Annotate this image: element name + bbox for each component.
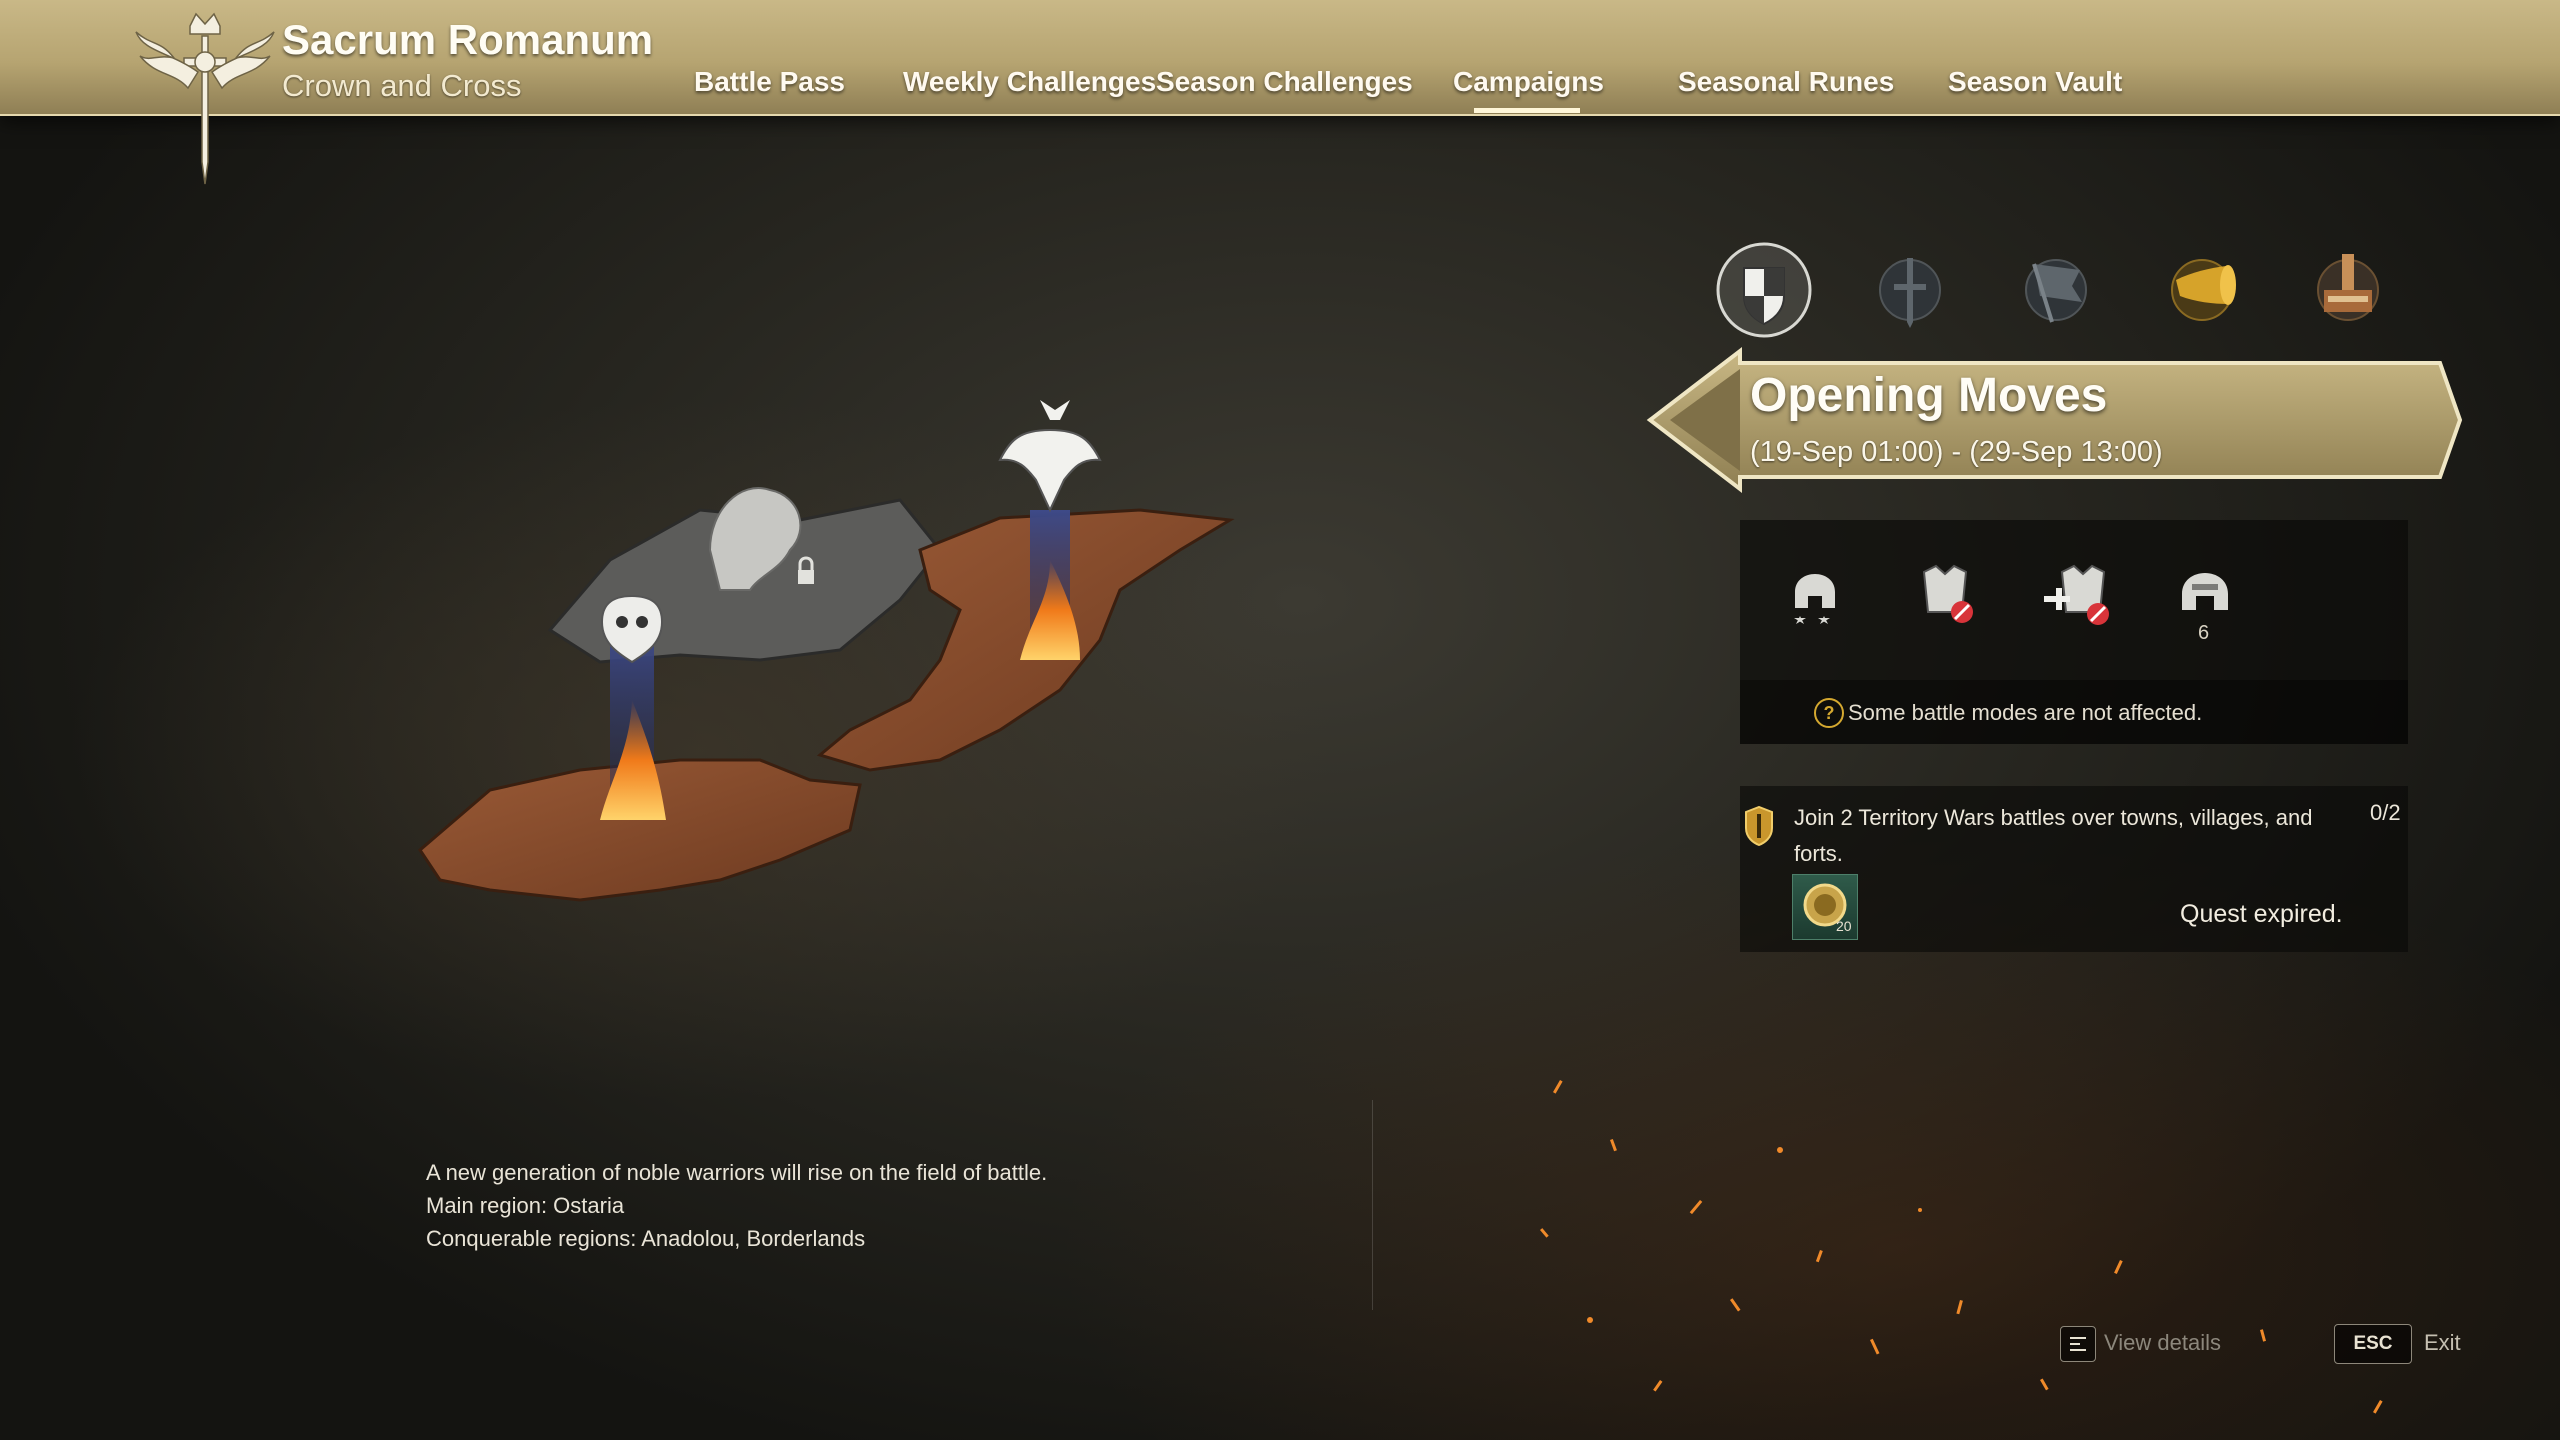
tab-seasonal-runes[interactable]: Seasonal Runes	[1678, 66, 1894, 98]
tab-season-vault[interactable]: Season Vault	[1948, 66, 2122, 98]
exit-button[interactable]: Exit	[2424, 1330, 2461, 1356]
quest-status: Quest expired.	[2180, 900, 2343, 928]
quest-shield-icon	[1745, 806, 1773, 846]
campaign-dates: (19-Sep 01:00) - (29-Sep 13:00)	[1750, 436, 2163, 468]
active-tab-indicator	[1474, 108, 1580, 113]
app-title: Sacrum Romanum	[282, 16, 654, 63]
tab-weekly-challenges[interactable]: Weekly Challenges	[903, 66, 1156, 98]
tab-campaigns[interactable]: Campaigns	[1453, 66, 1604, 98]
modifier-count: 6	[2198, 622, 2210, 644]
ember-particles	[1539, 1080, 2383, 1414]
view-details-key[interactable]	[2060, 1326, 2096, 1362]
conquerable-regions-line: Conquerable regions: Anadolou, Borderlan…	[426, 1226, 866, 1251]
quest-description: Join 2 Territory Wars battles over towns…	[1794, 805, 2313, 866]
helmet-stars-icon[interactable]	[1780, 552, 1850, 630]
banner-flag-icon[interactable]	[2006, 240, 2106, 340]
campaign-title: Opening Moves	[1750, 369, 2108, 422]
helmet-count-icon[interactable]	[2170, 552, 2240, 630]
menu-lines-icon	[2070, 1337, 2086, 1351]
campaign-map	[418, 400, 1235, 902]
view-details-button[interactable]: View details	[2104, 1330, 2221, 1356]
tab-season-challenges[interactable]: Season Challenges	[1156, 66, 1413, 98]
tab-battle-pass[interactable]: Battle Pass	[694, 66, 845, 98]
main-region-line: Main region: Ostaria	[426, 1193, 625, 1218]
healing-armor-banned-icon[interactable]	[2040, 552, 2110, 630]
shield-crest-icon[interactable]	[1714, 240, 1814, 340]
lock-icon	[798, 570, 814, 584]
campaign-tab-icons	[1714, 240, 2414, 340]
sword-emblem-icon[interactable]	[1860, 240, 1960, 340]
divider	[1372, 1100, 1373, 1310]
armor-banned-icon[interactable]	[1910, 552, 1980, 630]
campaign-description: A new generation of noble warriors will …	[426, 1156, 1047, 1255]
winged-cross-crown-logo-icon	[135, 12, 275, 185]
reward-quantity: 20	[1836, 918, 1852, 934]
modifiers-note: Some battle modes are not affected.	[1848, 700, 2203, 725]
question-icon: ?	[1814, 698, 1844, 728]
description-line: A new generation of noble warriors will …	[426, 1160, 1048, 1185]
quest-progress: 0/2	[2370, 800, 2401, 825]
fortress-tower-icon[interactable]	[2298, 240, 2398, 340]
app-subtitle: Crown and Cross	[282, 68, 522, 103]
war-horn-icon[interactable]	[2152, 240, 2252, 340]
esc-key[interactable]: ESC	[2334, 1324, 2412, 1364]
